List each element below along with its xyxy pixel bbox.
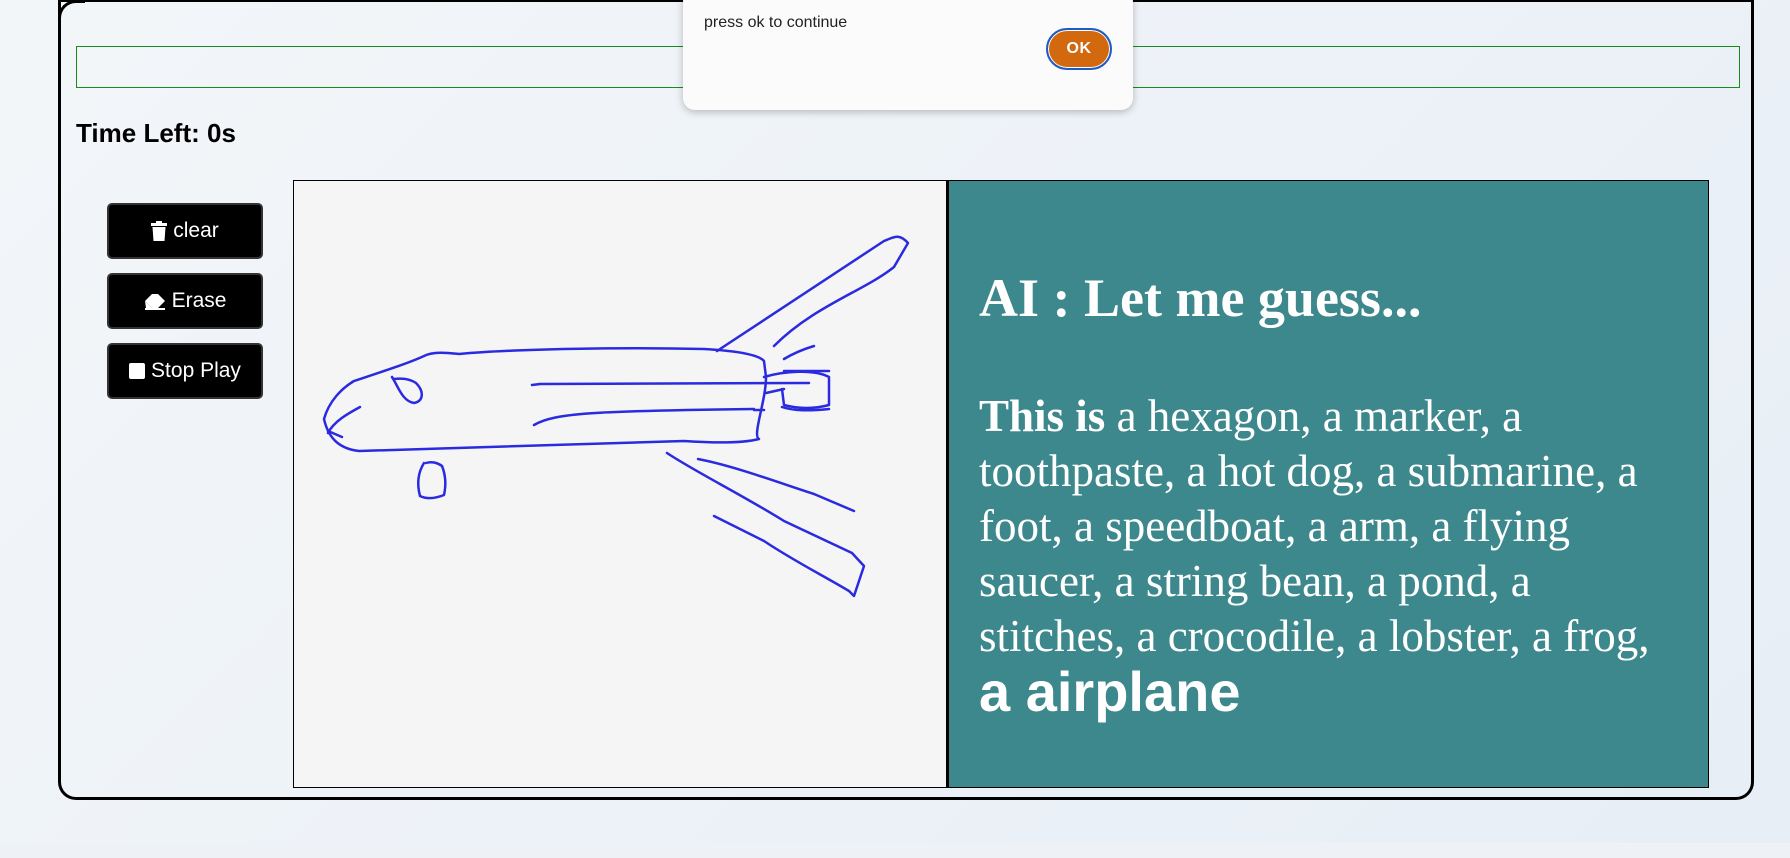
ok-button[interactable]: OK [1046,28,1112,70]
stop-icon [129,363,146,379]
ai-guess-panel: AI : Let me guess... This is a hexagon, … [948,180,1709,788]
clear-button[interactable]: clear [107,203,263,259]
eraser-icon [144,292,166,310]
stop-play-button[interactable]: Stop Play [107,343,263,399]
erase-button[interactable]: Erase [107,273,263,329]
airplane-sketch [322,235,910,598]
ai-guess-text: This is a hexagon, a marker, a toothpast… [979,389,1679,724]
ai-title: AI : Let me guess... [979,268,1422,328]
trash-icon [151,221,168,241]
stop-play-label: Stop Play [151,359,241,382]
ai-final-guess: a airplane [979,660,1241,723]
alert-dialog: press ok to continue OK [683,0,1133,110]
ai-guess-prefix: This is [979,391,1106,441]
dialog-message: press ok to continue [704,14,848,31]
clear-label: clear [173,219,219,242]
erase-label: Erase [171,289,227,312]
drawing-canvas[interactable] [293,180,948,788]
page-bottom-strip [0,843,1790,858]
time-left-label: Time Left: 0s [76,118,236,148]
